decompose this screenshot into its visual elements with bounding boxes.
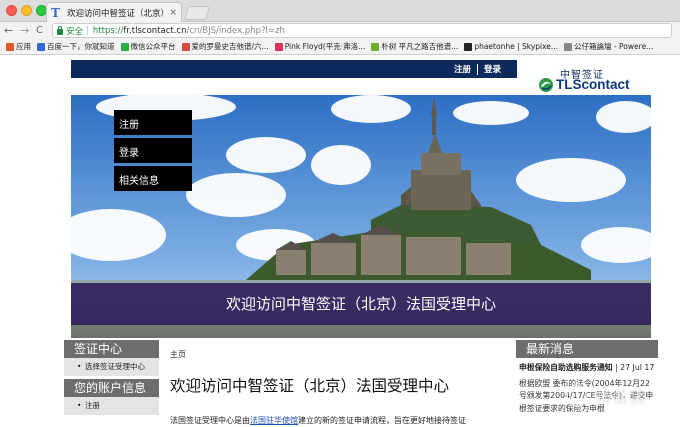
visa-center-heading: 签证中心 [64, 340, 159, 358]
intro-paragraph: 法国签证受理中心是由法国驻华使馆建立的新的签证申请流程，旨在更好地接待签证 [170, 415, 505, 426]
banner-menu: 注册 登录 相关信息 [114, 110, 192, 194]
bookmark-item[interactable]: 爱的罗曼史吉他谱/六... [181, 41, 269, 52]
bookmark-label: 应用 [16, 42, 31, 51]
browser-tab-bar: T 欢迎访问中智签证（北京）法国 × [0, 0, 680, 22]
top-navigation-bar: 注册 登录 [71, 60, 517, 78]
bookmark-item[interactable]: phaetonhe | Skypixe... [464, 42, 558, 51]
news-item-date: | 27 Jul 17 [615, 363, 655, 372]
logo-english-text: TLScontact [556, 77, 630, 92]
minimize-window-button[interactable] [21, 5, 32, 16]
mafengwo-watermark: 蚂蜂窝 [566, 383, 676, 413]
bookmark-item[interactable]: 微信公众平台 [120, 41, 176, 52]
reload-icon[interactable]: C [36, 23, 43, 38]
tab-title: 欢迎访问中智签证（北京）法国 [67, 8, 166, 19]
bookmark-item[interactable]: 百度一下，你就知道 [37, 41, 115, 52]
secure-label: 安全 [66, 26, 84, 37]
close-window-button[interactable] [6, 5, 17, 16]
intro-text-end: 建立的新的签证申请流程，旨在更好地接待签证 [298, 416, 466, 425]
bookmark-icon [564, 42, 573, 51]
bookmark-icon [274, 42, 283, 51]
breadcrumb[interactable]: 主页 [170, 349, 505, 360]
back-arrow-icon[interactable]: ← [4, 23, 13, 38]
bookmark-item[interactable]: 朴树 平凡之路吉他谱... [371, 41, 458, 52]
tlscontact-logo[interactable]: 中智签证 TLScontact [536, 66, 640, 96]
bookmark-item[interactable]: 应用 [6, 41, 31, 52]
bookmark-icon [6, 42, 14, 51]
url-protocol: https:// [92, 25, 124, 36]
lock-icon [57, 25, 63, 35]
tls-swirl-icon [539, 78, 553, 92]
embassy-link[interactable]: 法国驻华使馆 [250, 416, 298, 425]
banner-caption: 欢迎访问中智签证（北京）法国受理中心 [71, 283, 651, 325]
bookmark-label: 朴树 平凡之路吉他谱... [381, 42, 459, 51]
bookmark-item[interactable]: 公仔箱論壇 - Powere... [564, 41, 653, 52]
browser-tab-active[interactable]: T 欢迎访问中智签证（北京）法国 × [46, 2, 182, 22]
bookmark-label: Pink Floyd(平克·弗洛... [284, 42, 366, 51]
banner-info-button[interactable]: 相关信息 [114, 166, 192, 191]
account-list: 注册 [64, 397, 159, 415]
intro-text-start: 法国签证受理中心是由 [170, 416, 250, 425]
account-heading: 您的账户信息 [64, 379, 159, 397]
page-viewport: 注册 登录 中智签证 TLScontact 注册 登录 相关信息 欢迎访问中智签… [0, 55, 680, 427]
url-input[interactable]: 安全 | https:// fr.tlscontact.cn /cn/BJS/i… [52, 23, 672, 38]
bookmarks-bar: 应用 百度一下，你就知道 微信公众平台 爱的罗曼史吉他谱/六... Pink Floyd… [0, 39, 680, 55]
top-register-link[interactable]: 注册 [448, 63, 477, 75]
main-content: 主页 欢迎访问中智签证（北京）法国受理中心 法国签证受理中心是由法国驻华使馆建立… [170, 349, 505, 426]
watermark-text: 蚂蜂窝 [596, 388, 648, 406]
address-bar-row: ← → C 安全 | https:// fr.tlscontact.cn /cn… [0, 22, 680, 39]
url-host: fr.tlscontact.cn [123, 25, 187, 36]
url-separator: | [86, 25, 89, 36]
left-sidebar: 签证中心 选择签证受理中心 您的账户信息 注册 [64, 340, 159, 415]
forward-arrow-icon[interactable]: → [20, 23, 29, 38]
watermark-logo-icon [566, 385, 588, 407]
bookmark-icon [37, 42, 45, 51]
account-register-link[interactable]: 注册 [77, 400, 155, 411]
url-path: /cn/BJS/index.php?l=zh [186, 25, 285, 36]
tab-close-icon[interactable]: × [169, 8, 177, 18]
bookmark-label: 公仔箱論壇 - Powere... [574, 42, 654, 51]
tab-favicon-icon: T [51, 5, 60, 20]
bookmark-label: phaetonhe | Skypixe... [474, 42, 559, 51]
bookmark-label: 爱的罗曼史吉他谱/六... [191, 42, 269, 51]
hero-banner: 注册 登录 相关信息 欢迎访问中智签证（北京）法国受理中心 [71, 95, 651, 338]
top-login-link[interactable]: 登录 [478, 63, 507, 75]
bookmark-icon [120, 42, 129, 51]
bookmark-icon [464, 42, 473, 51]
page-title: 欢迎访问中智签证（北京）法国受理中心 [170, 377, 450, 395]
select-visa-center-link[interactable]: 选择签证受理中心 [77, 361, 155, 372]
bookmark-icon [371, 42, 380, 51]
banner-login-button[interactable]: 登录 [114, 138, 192, 163]
bookmark-label: 微信公众平台 [130, 42, 176, 51]
new-tab-button[interactable] [184, 6, 210, 20]
banner-register-button[interactable]: 注册 [114, 110, 192, 135]
bookmark-item[interactable]: Pink Floyd(平克·弗洛... [274, 41, 366, 52]
bookmark-icon [181, 42, 190, 51]
visa-center-list: 选择签证受理中心 [64, 358, 159, 376]
bookmark-label: 百度一下，你就知道 [47, 42, 115, 51]
news-heading: 最新消息 [516, 340, 658, 358]
news-item-title[interactable]: 申根保险自助选购服务通知 [519, 363, 613, 372]
